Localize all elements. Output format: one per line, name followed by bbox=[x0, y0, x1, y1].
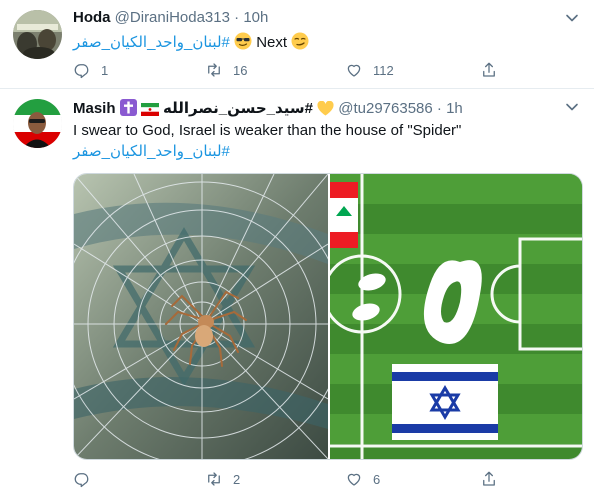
reply-icon bbox=[74, 64, 89, 79]
display-name[interactable]: Masih bbox=[73, 100, 116, 117]
yellow-heart-icon bbox=[317, 100, 334, 122]
iran-flag-icon bbox=[140, 102, 159, 122]
separator-dot: · bbox=[234, 9, 240, 26]
chevron-down-icon[interactable] bbox=[564, 10, 580, 26]
timestamp[interactable]: 10h bbox=[243, 9, 268, 26]
retweet-icon bbox=[208, 63, 220, 77]
hashtag-link[interactable]: #لبنان_واحد_الكيان_صفر bbox=[73, 34, 230, 51]
display-name[interactable]: Hoda bbox=[73, 9, 111, 26]
avatar-image bbox=[13, 99, 62, 148]
tweet-header: Hoda @DiraniHoda313 · 10h bbox=[73, 8, 268, 28]
lebanon-flag-icon bbox=[330, 182, 358, 248]
retweet-button[interactable]: 16 bbox=[205, 60, 247, 80]
share-button[interactable] bbox=[480, 469, 498, 489]
separator-dot: · bbox=[436, 100, 442, 117]
user-handle[interactable]: @DiraniHoda313 bbox=[115, 9, 230, 26]
sunglasses-face-icon bbox=[234, 32, 252, 56]
like-button[interactable]: 6 bbox=[345, 469, 380, 489]
reply-button[interactable] bbox=[73, 469, 101, 489]
tweet-text: I swear to God, Israel is weaker than th… bbox=[73, 122, 462, 139]
tweet-text-next: Next bbox=[256, 34, 288, 51]
tweet-media[interactable] bbox=[73, 173, 583, 460]
reply-icon bbox=[74, 473, 89, 488]
retweet-icon bbox=[208, 472, 220, 486]
media-image-football-pitch[interactable] bbox=[322, 174, 582, 459]
reply-count: 1 bbox=[101, 62, 109, 78]
heart-icon bbox=[347, 473, 361, 486]
avatar[interactable] bbox=[13, 99, 62, 148]
like-button[interactable]: 112 bbox=[345, 60, 394, 80]
hashtag-line: #لبنان_واحد_الكيان_صفر bbox=[73, 142, 230, 162]
retweet-button[interactable]: 2 bbox=[205, 469, 240, 489]
heart-icon bbox=[347, 64, 361, 77]
retweet-count: 2 bbox=[233, 471, 241, 487]
share-icon bbox=[483, 62, 495, 77]
chevron-down-icon[interactable] bbox=[564, 99, 580, 115]
avatar[interactable] bbox=[13, 10, 62, 59]
smirking-face-icon bbox=[291, 32, 309, 56]
tweet-actions: 2 6 bbox=[73, 469, 503, 489]
share-button[interactable] bbox=[480, 60, 498, 80]
media-image-spider-web[interactable] bbox=[74, 174, 345, 459]
timestamp[interactable]: 1h bbox=[446, 100, 463, 117]
retweet-count: 16 bbox=[233, 62, 248, 78]
cross-icon bbox=[119, 99, 137, 122]
like-count: 6 bbox=[373, 471, 381, 487]
tweet-masih[interactable]: Masih #سيد_حسن_نصرالله @tu29763586 · 1h … bbox=[0, 89, 594, 496]
share-icon bbox=[483, 471, 495, 486]
tweet-header: Masih #سيد_حسن_نصرالله @tu29763586 · 1h bbox=[73, 99, 463, 122]
like-count: 112 bbox=[373, 62, 394, 78]
avatar-image bbox=[13, 10, 62, 59]
user-handle[interactable]: @tu29763586 bbox=[338, 100, 432, 117]
israel-flag-icon bbox=[392, 364, 498, 440]
reply-button[interactable]: 1 bbox=[73, 60, 108, 80]
tweet-hoda[interactable]: Hoda @DiraniHoda313 · 10h #لبنان_واحد_ال… bbox=[0, 0, 594, 89]
tweet-actions: 1 16 112 bbox=[73, 60, 503, 80]
hashtag-link[interactable]: #لبنان_واحد_الكيان_صفر bbox=[73, 143, 230, 160]
display-name-suffix[interactable]: #سيد_حسن_نصرالله bbox=[163, 100, 313, 117]
tweet-text: #لبنان_واحد_الكيان_صفر Next bbox=[73, 32, 309, 56]
